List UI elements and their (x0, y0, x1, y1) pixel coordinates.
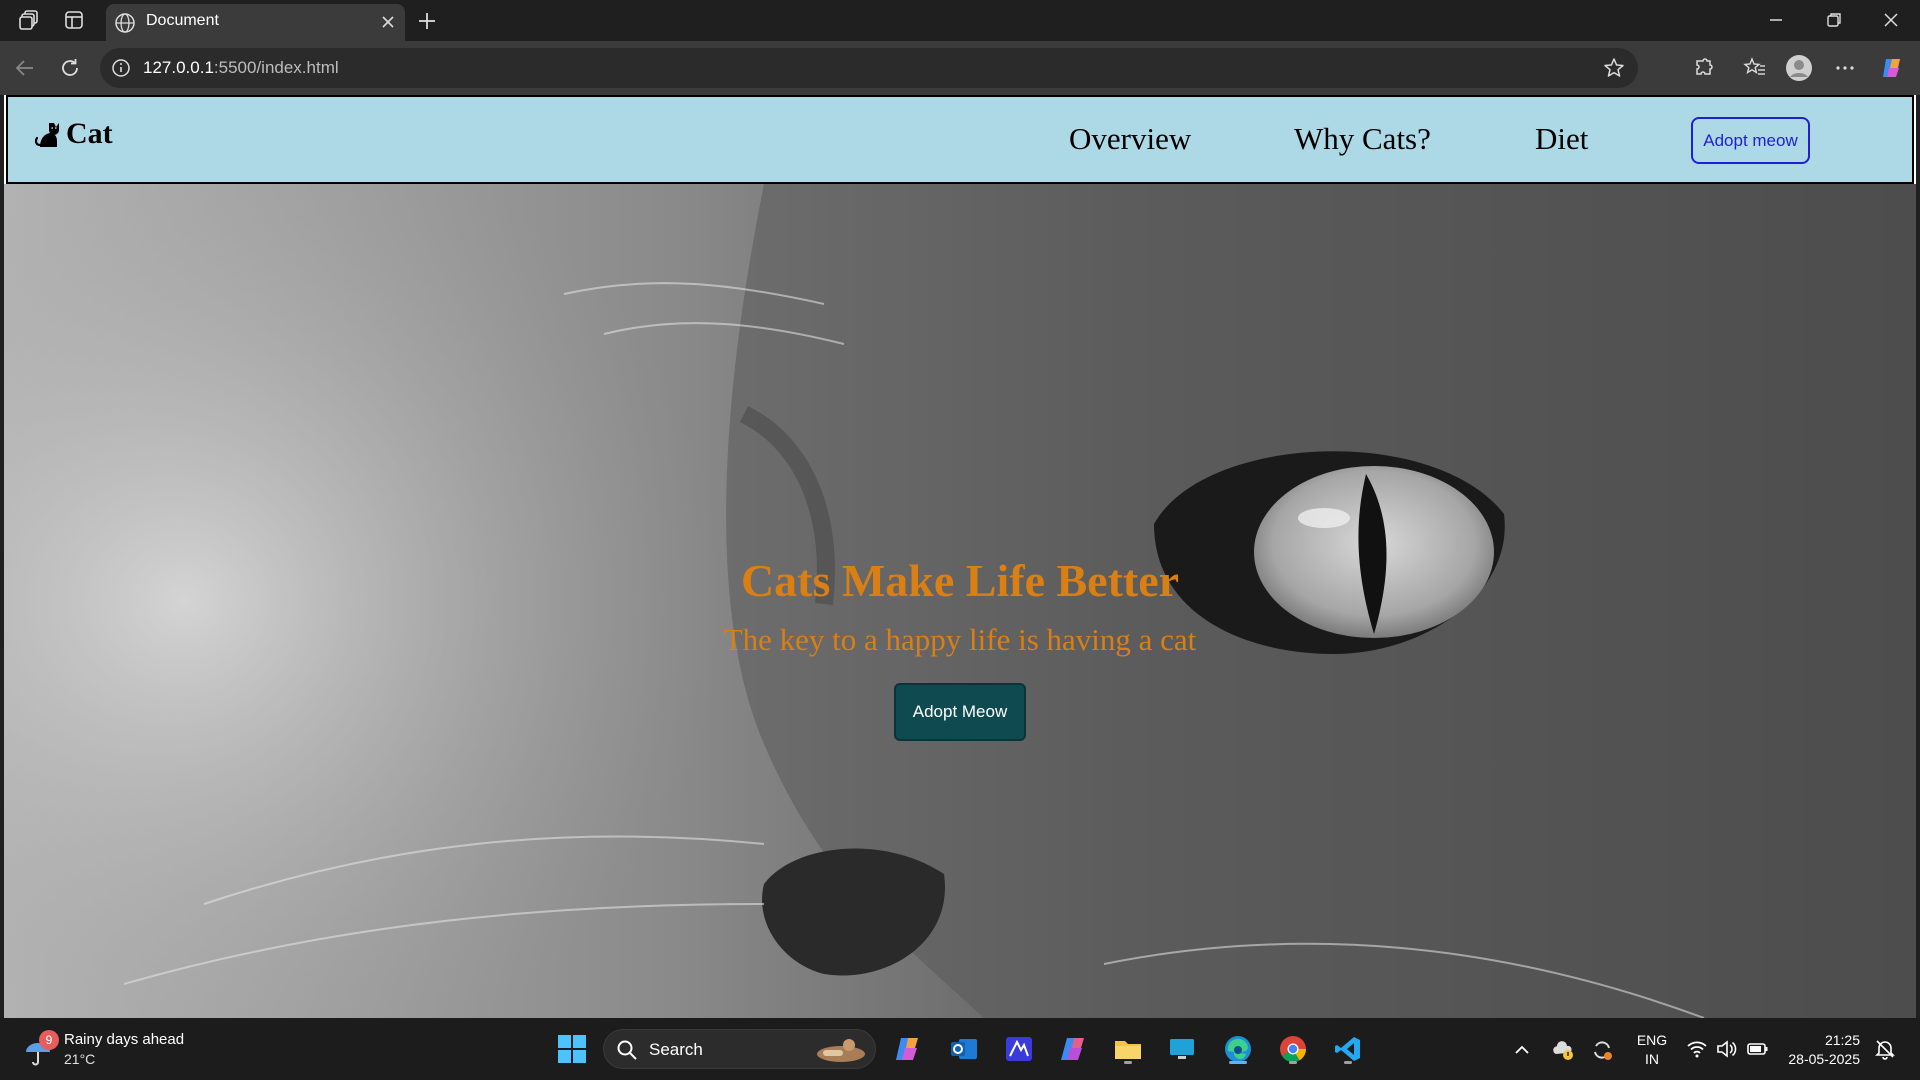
copilot-app-icon (896, 1038, 918, 1060)
chevron-up-icon[interactable] (1512, 1040, 1532, 1060)
outlook-icon (951, 1039, 977, 1059)
tab-title: Document (146, 12, 219, 29)
extensions-icon[interactable] (1690, 54, 1718, 82)
search-highlight-icon (817, 1039, 865, 1062)
url-path: :5500/index.html (213, 58, 339, 77)
hero-subtitle: The key to a happy life is having a cat (723, 622, 1197, 657)
taskbar-copilot[interactable] (890, 1031, 926, 1067)
back-icon[interactable] (11, 54, 39, 82)
taskbar-vscode[interactable] (1330, 1031, 1366, 1067)
onedrive-warning-icon[interactable] (1551, 1038, 1575, 1062)
clock-date[interactable]: 28-05-2025 (1780, 1051, 1860, 1067)
windows-start-button[interactable] (554, 1031, 590, 1067)
vscode-icon (1335, 1037, 1360, 1061)
region-indicator[interactable]: IN (1632, 1051, 1672, 1067)
wifi-icon[interactable] (1686, 1038, 1708, 1060)
adopt-meow-nav-button[interactable]: Adopt meow (1691, 117, 1810, 164)
nav-why-cats[interactable]: Why Cats? (1294, 121, 1431, 157)
notification-bell-icon[interactable] (1874, 1038, 1896, 1060)
running-indicator (1124, 1061, 1132, 1064)
page-viewport: Cat Overview Why Cats? Diet Adopt meow C… (4, 95, 1916, 1018)
taskbar-m365[interactable] (1055, 1031, 1091, 1067)
globe-icon (115, 13, 135, 33)
taskbar-app-blue[interactable] (1001, 1031, 1037, 1067)
taskbar-search[interactable]: Search (603, 1029, 876, 1069)
restore-icon[interactable] (1823, 9, 1845, 31)
volume-icon[interactable] (1715, 1038, 1737, 1060)
taskbar-file-explorer[interactable] (1110, 1031, 1146, 1067)
profile-avatar-icon[interactable] (1785, 54, 1813, 82)
favorite-star-icon[interactable] (1602, 56, 1626, 80)
search-label: Search (649, 1040, 703, 1059)
windows-logo-icon (558, 1035, 586, 1063)
designer-app-icon (1006, 1037, 1032, 1061)
taskbar-chrome[interactable] (1275, 1031, 1311, 1067)
hero-title: Cats Make Life Better (740, 555, 1180, 606)
weather-temp: 21°C (64, 1051, 96, 1067)
nav-diet[interactable]: Diet (1535, 121, 1588, 157)
running-indicator (1344, 1061, 1352, 1064)
monitor-icon (1170, 1039, 1194, 1059)
running-indicator (1289, 1061, 1297, 1064)
taskbar-outlook[interactable] (946, 1031, 982, 1067)
brand-text: Cat (66, 117, 113, 150)
search-icon (617, 1040, 637, 1060)
cat-icon (34, 123, 59, 147)
favorites-icon[interactable] (1741, 54, 1769, 82)
url-text: 127.0.0.1:5500/index.html (143, 58, 339, 78)
close-tab-icon[interactable] (379, 13, 397, 31)
site-info-icon[interactable] (110, 57, 132, 79)
weather-text: Rainy days ahead (64, 1031, 185, 1048)
minimize-icon[interactable] (1765, 9, 1787, 31)
chrome-icon (1280, 1036, 1307, 1063)
browser-toolbar: 127.0.0.1:5500/index.html (0, 41, 1920, 95)
browser-tab-strip: Document (0, 0, 1920, 41)
close-window-icon[interactable] (1880, 9, 1902, 31)
sync-icon[interactable] (1590, 1038, 1614, 1062)
folder-icon (1115, 1041, 1141, 1059)
running-indicator-active (1229, 1061, 1247, 1064)
workspaces-icon[interactable] (18, 8, 42, 32)
taskbar: 9 Rainy days ahead 21°C Search ENG IN 21… (0, 1018, 1920, 1080)
clock-time[interactable]: 21:25 (1780, 1032, 1860, 1048)
battery-icon[interactable] (1746, 1038, 1770, 1060)
copilot-icon[interactable] (1878, 54, 1906, 82)
url-host: 127.0.0.1 (143, 58, 214, 77)
weather-badge: 9 (39, 1030, 59, 1050)
refresh-icon[interactable] (56, 54, 84, 82)
adopt-meow-hero-button[interactable]: Adopt Meow (894, 683, 1026, 741)
vertical-tabs-icon[interactable] (62, 8, 86, 32)
hero-section: Cats Make Life Better The key to a happy… (4, 184, 1916, 1018)
browser-tab-active[interactable]: Document (106, 4, 405, 41)
m365-icon (1061, 1038, 1084, 1060)
language-indicator[interactable]: ENG (1632, 1032, 1672, 1048)
nav-overview[interactable]: Overview (1069, 121, 1191, 157)
new-tab-icon[interactable] (414, 8, 440, 34)
weather-widget[interactable]: 9 Rainy days ahead 21°C (22, 1030, 202, 1070)
brand-logo[interactable]: Cat (34, 117, 113, 151)
address-bar[interactable]: 127.0.0.1:5500/index.html (100, 48, 1638, 88)
taskbar-edge[interactable] (1220, 1031, 1256, 1067)
site-navbar: Cat Overview Why Cats? Diet Adopt meow (6, 95, 1914, 184)
more-options-icon[interactable] (1831, 54, 1859, 82)
taskbar-desktop[interactable] (1164, 1031, 1200, 1067)
